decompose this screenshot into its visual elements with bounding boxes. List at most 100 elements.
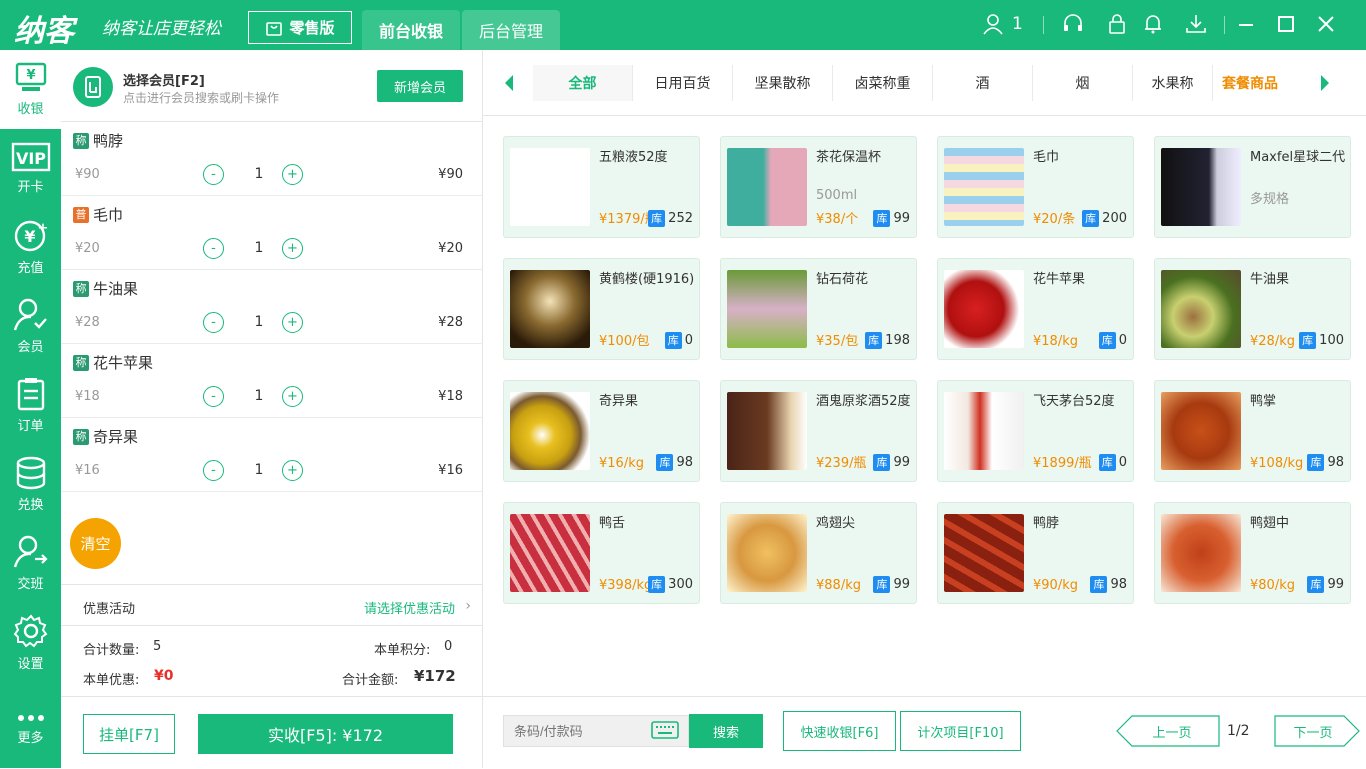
product-card[interactable]: 奇异果 ¥16/kg 库 98 (503, 380, 700, 482)
cart-item-qty[interactable]: 1 (251, 462, 267, 478)
qty-minus-button[interactable]: - (203, 164, 224, 185)
product-card[interactable]: 毛巾 ¥20/条库 200 (937, 136, 1134, 238)
product-price: ¥38/个 (816, 212, 859, 227)
sidebar-item-open-card[interactable]: VIP 开卡 (0, 129, 61, 208)
pay-button[interactable]: 实收[F5]: ¥172 (198, 714, 453, 754)
sidebar-item-settings[interactable]: 设置 (0, 603, 61, 682)
sidebar-item-member[interactable]: 会员 (0, 287, 61, 366)
qty-plus-button[interactable]: + (282, 238, 303, 259)
item-type-tag: 普 (73, 206, 89, 223)
cart-item-qty[interactable]: 1 (251, 388, 267, 404)
cart-item-qty[interactable]: 1 (251, 240, 267, 256)
product-card[interactable]: 牛油果 ¥28/kg 库 100 (1154, 258, 1351, 360)
product-price: ¥90/kg (1033, 578, 1078, 593)
promo-row[interactable]: 优惠活动 请选择优惠活动 › (61, 584, 483, 626)
sidebar-item-cashier[interactable]: ¥ 收银 (0, 50, 61, 129)
cart-item-qty[interactable]: 1 (251, 166, 267, 182)
category-tab[interactable]: 酒 (933, 65, 1033, 101)
divider (1043, 16, 1044, 34)
quick-checkout-button[interactable]: 快速收银[F6] (783, 711, 896, 751)
sidebar-item-exchange[interactable]: 兑换 (0, 445, 61, 524)
qty-plus-button[interactable]: + (282, 386, 303, 407)
tab-back-office[interactable]: 后台管理 (462, 10, 560, 50)
category-tab[interactable]: 烟 (1033, 65, 1133, 101)
cart-item-qty[interactable]: 1 (251, 314, 267, 330)
svg-text:¥: ¥ (24, 227, 35, 246)
close-icon[interactable] (1313, 11, 1339, 37)
cart-item-name: 普毛巾 (73, 204, 123, 225)
product-card[interactable]: 鸭掌 ¥108/kg 库 98 (1154, 380, 1351, 482)
minimize-icon[interactable] (1233, 11, 1259, 37)
member-selector[interactable]: 选择会员[F2] 点击进行会员搜索或刷卡操作 新增会员 (61, 50, 483, 122)
bell-icon[interactable] (1140, 11, 1166, 37)
qty-minus-button[interactable]: - (203, 238, 224, 259)
category-bar: 全部 日用百货 坚果散称 卤菜称重酒烟水果称 套餐商品 (483, 50, 1366, 116)
sidebar-item-recharge[interactable]: ¥ + 充值 (0, 208, 61, 287)
category-tab[interactable]: 卤菜称重 (833, 65, 933, 101)
maximize-icon[interactable] (1273, 11, 1299, 37)
product-card[interactable]: 五粮液52度 ¥1379/瓶库 252 (503, 136, 700, 238)
download-icon[interactable] (1183, 11, 1209, 37)
sidebar-item-shift[interactable]: 交班 (0, 524, 61, 603)
category-tab[interactable]: 套餐商品 (1213, 65, 1287, 101)
cart-row[interactable]: 称奇异果 ¥16 - 1 + ¥16 (61, 418, 483, 492)
category-tab[interactable]: 日用百货 (633, 65, 733, 101)
category-tab[interactable]: 坚果散称 (733, 65, 833, 101)
search-button[interactable]: 搜索 (689, 714, 763, 748)
sidebar-label: 收银 (17, 102, 44, 117)
user-icon[interactable] (980, 11, 1006, 37)
product-card[interactable]: 飞天茅台52度 ¥1899/瓶库 0 (937, 380, 1134, 482)
qty-minus-button[interactable]: - (203, 386, 224, 407)
lock-icon[interactable] (1104, 11, 1130, 37)
qty-minus-button[interactable]: - (203, 460, 224, 481)
prev-page-button[interactable]: 上一页 (1116, 715, 1220, 747)
headset-icon[interactable] (1060, 11, 1086, 37)
product-card[interactable]: 茶花保温杯 500ml ¥38/个库 99 (720, 136, 917, 238)
cart-row[interactable]: 称牛油果 ¥28 - 1 + ¥28 (61, 270, 483, 344)
hold-order-button[interactable]: 挂单[F7] (83, 714, 175, 754)
product-card[interactable]: 钻石荷花 ¥35/包库 198 (720, 258, 917, 360)
promo-select[interactable]: 请选择优惠活动 (364, 598, 455, 617)
tab-front-desk[interactable]: 前台收银 (362, 10, 460, 50)
product-card[interactable]: 鸭翅中 ¥80/kg 库 99 (1154, 502, 1351, 604)
sidebar-item-orders[interactable]: 订单 (0, 366, 61, 445)
product-card[interactable]: 花牛苹果 ¥18/kg 库 0 (937, 258, 1134, 360)
product-card[interactable]: Maxfel星球二代 多规格 (1154, 136, 1351, 238)
add-member-button[interactable]: 新增会员 (377, 70, 463, 102)
qty-minus-button[interactable]: - (203, 312, 224, 333)
clear-cart-button[interactable]: 清空 (70, 518, 121, 569)
product-name: 鸡翅尖 (816, 516, 856, 531)
category-tab[interactable]: 全部 (533, 65, 633, 101)
next-page-button[interactable]: 下一页 (1274, 715, 1360, 747)
promo-label: 优惠活动 (83, 602, 136, 617)
cart-row[interactable]: 普毛巾 ¥20 - 1 + ¥20 (61, 196, 483, 270)
product-card[interactable]: 鸭舌 ¥398/kg 库 300 (503, 502, 700, 604)
product-card[interactable]: 鸭脖 ¥90/kg 库 98 (937, 502, 1134, 604)
qty-plus-button[interactable]: + (282, 460, 303, 481)
product-card[interactable]: 黄鹤楼(硬1916) ¥100/包库 0 (503, 258, 700, 360)
sidebar-item-more[interactable]: 更多 (0, 690, 61, 769)
product-card[interactable]: 酒鬼原浆酒52度 ¥239/瓶库 99 (720, 380, 917, 482)
product-card[interactable]: 鸡翅尖 ¥88/kg 库 99 (720, 502, 917, 604)
cart-row[interactable]: 称鸭脖 ¥90 - 1 + ¥90 (61, 122, 483, 196)
product-stock: 库 98 (1307, 454, 1344, 471)
stock-tag: 库 (1307, 576, 1325, 593)
category-prev-arrow-icon[interactable] (499, 70, 519, 96)
qty-plus-button[interactable]: + (282, 312, 303, 333)
category-tab[interactable]: 水果称 (1133, 65, 1213, 101)
cart-row[interactable]: 称花牛苹果 ¥18 - 1 + ¥18 (61, 344, 483, 418)
qty-plus-button[interactable]: + (282, 164, 303, 185)
product-name: 飞天茅台52度 (1033, 394, 1115, 409)
svg-text:+: + (37, 221, 48, 236)
shift-icon (13, 535, 48, 568)
stock-count: 0 (1118, 455, 1127, 470)
title-bar: 纳客 纳客让店更轻松 零售版 前台收银 后台管理 1 (0, 0, 1366, 50)
edition-badge[interactable]: 零售版 (248, 11, 352, 44)
product-price: ¥239/瓶 (816, 456, 867, 471)
product-stock: 库 300 (648, 576, 693, 593)
keyboard-icon[interactable] (651, 721, 679, 739)
category-next-arrow-icon[interactable] (1315, 70, 1335, 96)
product-price: ¥88/kg (816, 578, 861, 593)
count-items-button[interactable]: 计次项目[F10] (900, 711, 1021, 751)
stock-count: 98 (676, 455, 693, 470)
